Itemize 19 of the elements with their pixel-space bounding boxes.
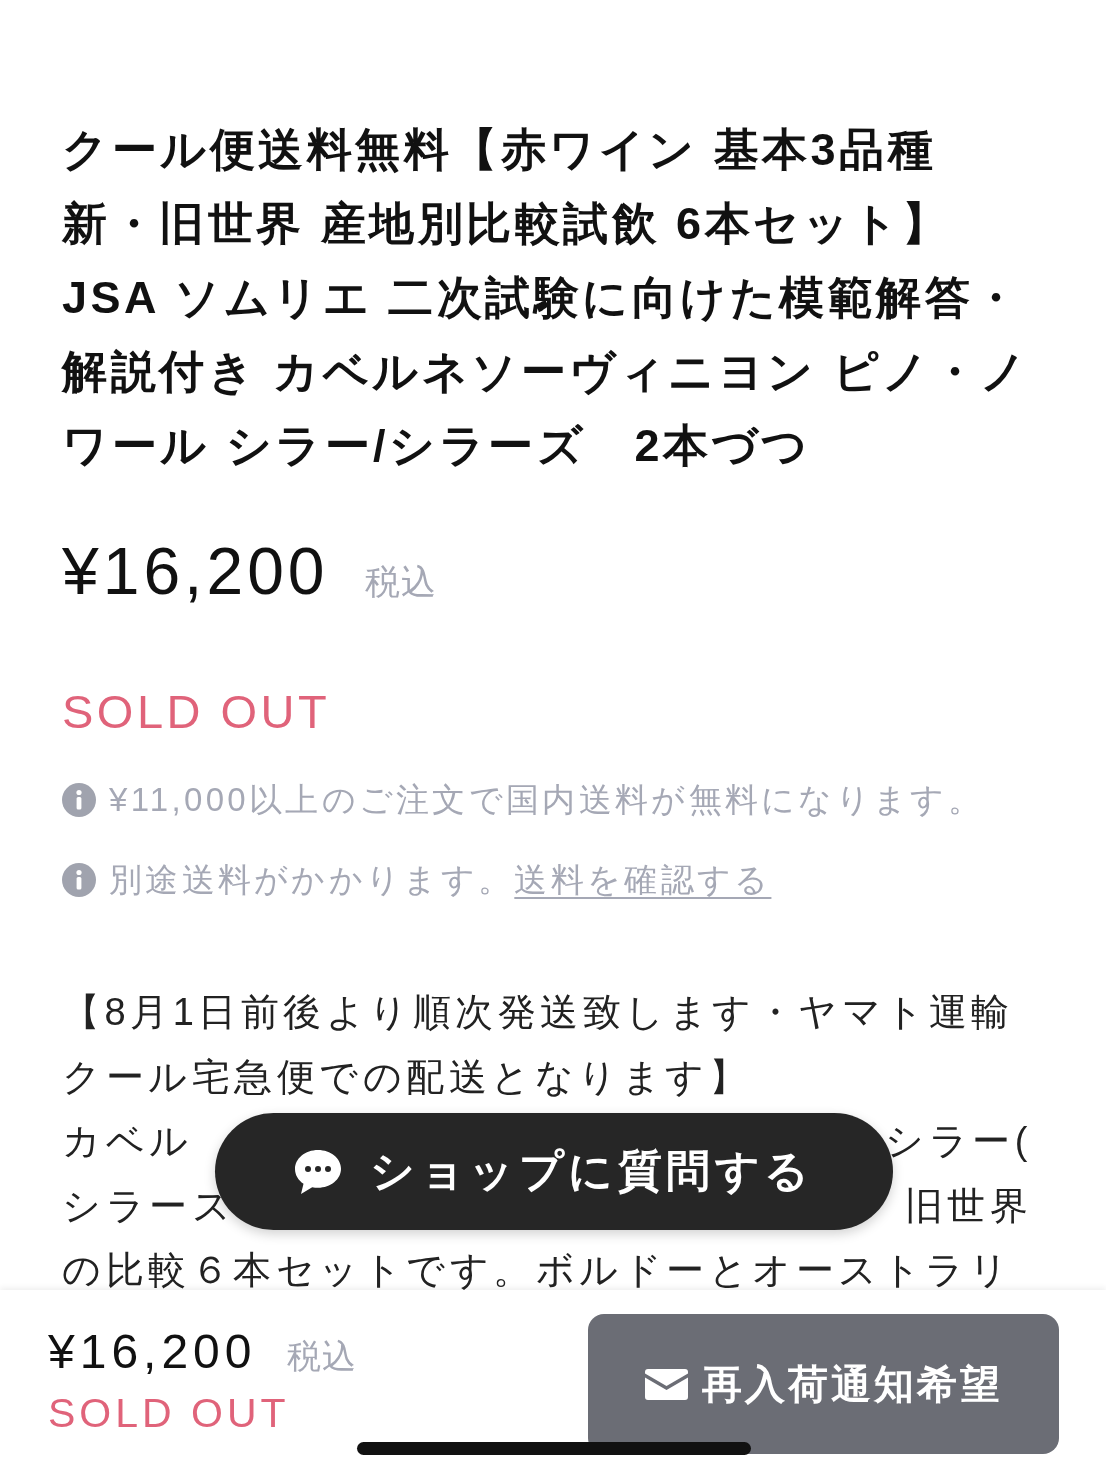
- tax-label: 税込: [286, 1336, 357, 1377]
- restock-notify-button[interactable]: 再入荷通知希望: [588, 1314, 1059, 1454]
- chat-bubble-icon: [294, 1148, 343, 1195]
- description-text: 【8月1日前後より順次発送致します・ヤマト運輸: [62, 990, 1014, 1036]
- sold-out-label: SOLD OUT: [62, 684, 331, 741]
- sold-out-label: SOLD OUT: [48, 1389, 290, 1439]
- shipping-note-text: ¥11,000以上のご注文で国内送料が無料になります。: [109, 779, 984, 820]
- mail-icon: [644, 1368, 688, 1400]
- shipping-note-text: 別途送料がかかります。送料を確認する: [109, 859, 772, 900]
- product-price: ¥16,200: [62, 533, 329, 610]
- description-text: の比較６本セットです。ボルドーとオーストラリ: [62, 1248, 1012, 1294]
- info-icon: [62, 863, 96, 898]
- description-text: クール宅急便での配送となります】: [62, 1054, 751, 1100]
- info-icon: [62, 783, 96, 818]
- product-price: ¥16,200: [48, 1324, 257, 1380]
- description-text: 旧世界: [904, 1183, 1032, 1229]
- product-title: クール便送料無料【赤ワイン 基本3品種 新・旧世界 産地別比較試飲 6本セット】 JSA ソムリエ 二次試験に向けた模範解答・ 解説付き カベルネソーヴィニヨン ピノ・ノ ワール シラー/シラーズ 2本づつ: [62, 123, 1030, 473]
- description-text: カベル: [62, 1119, 193, 1165]
- tax-label: 税込: [364, 561, 437, 603]
